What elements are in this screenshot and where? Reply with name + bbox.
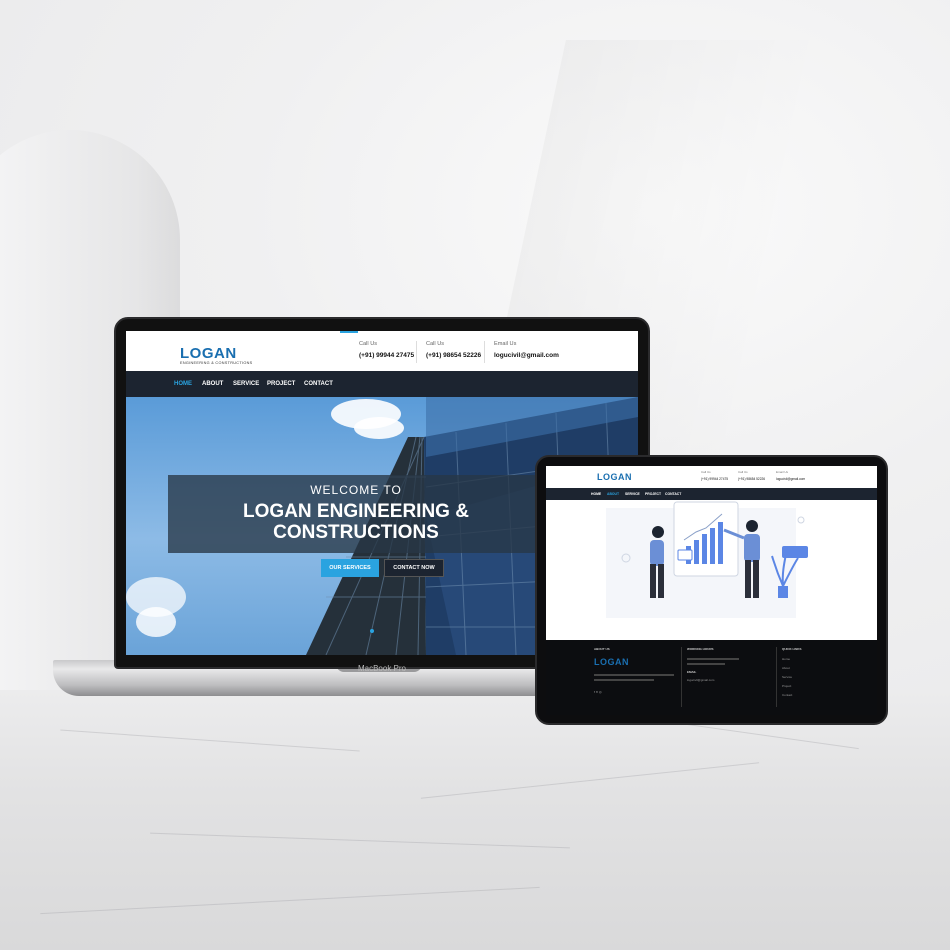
nav-project[interactable]: PROJECT	[267, 381, 295, 387]
marble-table	[0, 690, 950, 950]
nav-contact[interactable]: CONTACT	[665, 492, 681, 496]
nav-home[interactable]: HOME	[174, 381, 192, 387]
tablet-nav: HOME ABOUT SERVICE PROJECT CONTACT	[546, 488, 877, 500]
footer-link-service[interactable]: Service	[782, 675, 792, 679]
footer-about-heading: ABOUT US	[594, 647, 610, 651]
nav-about[interactable]: ABOUT	[202, 381, 223, 387]
footer-hours-text	[687, 663, 725, 665]
nav-service[interactable]: SERVICE	[233, 381, 259, 387]
footer-divider	[776, 647, 777, 707]
nav-about[interactable]: ABOUT	[607, 492, 619, 496]
hero-title-line-1: LOGAN ENGINEERING &	[243, 501, 469, 522]
hero-text-panel: WELCOME TO LOGAN ENGINEERING & CONSTRUCT…	[168, 475, 544, 553]
contact-value[interactable]: logucivil@gmail.com	[494, 352, 559, 359]
footer-divider	[681, 647, 682, 707]
about-illustration	[546, 500, 877, 640]
contact-value[interactable]: (+91) 98654 52226	[426, 352, 481, 359]
tablet-footer: ABOUT US LOGAN f ✕ ◎ WORKING HOURS EMAIL…	[546, 640, 877, 715]
logo-tagline: ENGINEERING & CONSTRUCTIONS	[180, 361, 253, 365]
site-header: LOGAN ENGINEERING & CONSTRUCTIONS Call U…	[126, 331, 638, 371]
our-services-button[interactable]: OUR SERVICES	[321, 559, 379, 577]
header-accent-line	[340, 331, 358, 333]
footer-logo[interactable]: LOGAN	[594, 657, 629, 667]
tablet-logo[interactable]: LOGAN	[597, 472, 632, 482]
footer-email[interactable]: logucivil@gmail.com	[687, 678, 714, 682]
contact-label: Call Us	[701, 470, 711, 474]
footer-link-project[interactable]: Project	[782, 684, 791, 688]
site-logo[interactable]: LOGAN	[180, 345, 237, 362]
contact-now-button[interactable]: CONTACT NOW	[384, 559, 444, 577]
slider-indicator[interactable]	[370, 629, 374, 633]
footer-hours-heading: WORKING HOURS	[687, 647, 714, 651]
hero-welcome: WELCOME TO	[310, 483, 402, 497]
contact-label: Email Us	[494, 341, 517, 347]
social-icons[interactable]: f ✕ ◎	[594, 690, 602, 694]
contact-label: Call Us	[738, 470, 748, 474]
footer-links-heading: QUICK LINKS	[782, 647, 802, 651]
footer-link-home[interactable]: Home	[782, 657, 790, 661]
business-people-illustration	[606, 501, 808, 618]
contact-value[interactable]: logucivil@gmail.com	[776, 477, 805, 481]
contact-label: Call Us	[426, 341, 445, 347]
contact-email: Email Us logucivil@gmail.com	[494, 341, 559, 359]
tablet-header: LOGAN Call Us (+91) 99944 27475 Call Us …	[546, 466, 877, 488]
divider	[484, 341, 485, 363]
tablet: LOGAN Call Us (+91) 99944 27475 Call Us …	[535, 455, 888, 725]
contact-value[interactable]: (+91) 99944 27475	[359, 352, 414, 359]
tablet-screen: LOGAN Call Us (+91) 99944 27475 Call Us …	[546, 466, 877, 715]
nav-project[interactable]: PROJECT	[645, 492, 661, 496]
contact-label: Email Us	[776, 470, 789, 474]
contact-value[interactable]: (+91) 98654 52226	[738, 477, 765, 481]
footer-email-heading: EMAIL	[687, 670, 697, 674]
hero-title-line-2: CONSTRUCTIONS	[273, 522, 439, 543]
nav-contact[interactable]: CONTACT	[304, 381, 333, 387]
divider	[416, 341, 417, 363]
nav-home[interactable]: HOME	[591, 492, 601, 496]
contact-label: Call Us	[359, 341, 378, 347]
nav-service[interactable]: SERVICE	[625, 492, 640, 496]
footer-link-about[interactable]: About	[782, 666, 790, 670]
contact-phone-1: Call Us (+91) 99944 27475	[359, 341, 414, 359]
contact-value[interactable]: (+91) 99944 27475	[701, 477, 728, 481]
hero-title: LOGAN ENGINEERING & CONSTRUCTIONS	[168, 501, 544, 543]
footer-about-text	[594, 674, 674, 676]
footer-link-contact[interactable]: Contact	[782, 693, 792, 697]
main-nav: HOME ABOUT SERVICE PROJECT CONTACT	[126, 371, 638, 397]
contact-phone-2: Call Us (+91) 98654 52226	[426, 341, 481, 359]
footer-hours-text	[687, 658, 739, 660]
footer-about-text	[594, 679, 654, 681]
